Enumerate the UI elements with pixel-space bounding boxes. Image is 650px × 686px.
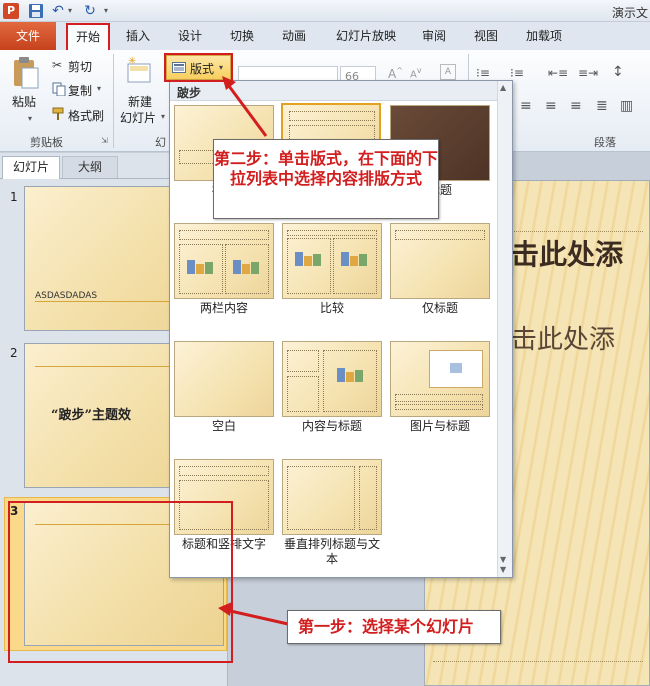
step-two-callout: 第二步：单击版式，在下面的下拉列表中选择内容排版方式	[213, 139, 439, 219]
clipboard-group-label: 剪贴板	[30, 136, 63, 149]
tab-file[interactable]: 文件	[0, 22, 56, 50]
tab-view[interactable]: 视图	[468, 22, 504, 50]
save-icon[interactable]	[28, 3, 44, 19]
ribbon-tab-row: 文件 开始 插入 设计 切换 动画 幻灯片放映 审阅 视图 加载项	[0, 22, 650, 50]
slide-1-title: ASDASDADAS	[35, 291, 98, 301]
layout-two-content[interactable]	[174, 223, 274, 299]
powerpoint-logo-icon: P	[3, 3, 19, 19]
tab-addins[interactable]: 加载项	[520, 22, 568, 50]
selected-slide-frame	[8, 501, 233, 663]
scroll-more-icon[interactable]: ▼	[500, 565, 506, 574]
content-icon	[337, 366, 363, 384]
paste-button[interactable]: 粘贴	[12, 93, 36, 110]
arrow-to-slide-icon	[218, 602, 289, 626]
grow-font-icon[interactable]: A^	[388, 66, 403, 81]
numbering-icon[interactable]: ⁝≡	[510, 66, 524, 80]
line-spacing-icon[interactable]: ↕	[612, 64, 624, 80]
new-slide-dropdown-icon[interactable]: ▾	[161, 112, 165, 121]
title-placeholder[interactable]: 击此处添	[511, 233, 623, 273]
copy-icon[interactable]	[52, 82, 66, 97]
align-right-icon[interactable]: ≡	[570, 98, 582, 114]
tab-transitions[interactable]: 切换	[224, 22, 260, 50]
layout-comparison[interactable]	[282, 223, 382, 299]
content-icon	[295, 250, 321, 268]
new-slide-sub-label[interactable]: 幻灯片	[120, 109, 156, 126]
tab-slides[interactable]: 幻灯片	[2, 156, 60, 179]
justify-icon[interactable]: ≣	[596, 98, 608, 114]
bullets-icon[interactable]: ⁝≡	[476, 66, 490, 80]
content-icon	[341, 250, 367, 268]
customize-toolbar-icon[interactable]: ▾	[104, 3, 114, 19]
copy-button[interactable]: 复制	[68, 82, 92, 99]
arrow-to-layout-icon	[222, 76, 268, 137]
tab-insert[interactable]: 插入	[120, 22, 156, 50]
format-painter-button[interactable]: 格式刷	[68, 107, 104, 124]
layout-vertical-title-text[interactable]	[282, 459, 382, 535]
slide-number: 1	[10, 190, 18, 204]
gallery-theme-name: 跛步	[177, 86, 202, 100]
new-slide-button[interactable]: 新建	[128, 93, 152, 110]
slide-number: 2	[10, 346, 18, 360]
placeholder-border	[433, 661, 643, 662]
layout-label: 图片与标题	[409, 419, 470, 433]
content-icon	[187, 258, 213, 276]
tab-home[interactable]: 开始	[66, 23, 110, 50]
layout-label: 两栏内容	[199, 301, 248, 315]
paste-icon[interactable]	[12, 56, 40, 90]
cut-button[interactable]: 剪切	[68, 58, 92, 75]
content-icon	[233, 258, 259, 276]
subtitle-placeholder[interactable]: 击此处添	[511, 319, 615, 356]
new-slide-icon[interactable]: ✳	[126, 56, 152, 86]
window-title: 演示文	[611, 6, 648, 20]
paragraph-group-label: 段落	[594, 136, 616, 149]
undo-dropdown-icon[interactable]: ▾	[68, 3, 76, 19]
redo-icon[interactable]: ↻	[82, 3, 98, 19]
clipboard-launcher-icon[interactable]: ⇲	[101, 136, 108, 145]
layout-label: 垂直排列标题与文本	[283, 537, 380, 566]
layout-blank[interactable]	[174, 341, 274, 417]
picture-placeholder	[429, 350, 483, 388]
gallery-scrollbar[interactable]: ▲ ▼ ▼	[497, 81, 512, 577]
paste-dropdown-icon[interactable]: ▾	[28, 114, 32, 123]
shrink-font-icon[interactable]: Av	[410, 66, 422, 80]
decrease-indent-icon[interactable]: ⇤≡	[548, 66, 568, 80]
tab-slideshow[interactable]: 幻灯片放映	[328, 22, 404, 50]
step-one-callout: 第一步：选择某个幻灯片	[287, 610, 501, 644]
align-center-icon[interactable]: ≡	[545, 98, 557, 114]
slides-group-label: 幻	[155, 136, 166, 149]
layout-title-only[interactable]	[390, 223, 490, 299]
scissors-icon[interactable]: ✂	[52, 58, 66, 72]
scroll-down-icon[interactable]: ▼	[500, 555, 506, 564]
tab-outline[interactable]: 大纲	[62, 156, 118, 178]
format-painter-icon[interactable]	[52, 107, 66, 121]
scroll-up-icon[interactable]: ▲	[500, 83, 506, 92]
slide-2-title: “跛步”主题效	[51, 408, 131, 423]
layout-label: 内容与标题	[301, 419, 362, 433]
layout-content-caption[interactable]	[282, 341, 382, 417]
increase-indent-icon[interactable]: ≡⇥	[578, 66, 598, 80]
clear-format-icon[interactable]: A	[440, 64, 456, 80]
align-left-icon[interactable]: ≡	[520, 98, 532, 114]
layout-label: 空白	[211, 419, 236, 433]
tab-animations[interactable]: 动画	[276, 22, 312, 50]
picture-icon	[450, 363, 462, 373]
svg-text:✳: ✳	[128, 56, 136, 67]
columns-icon[interactable]: ▥	[620, 98, 633, 114]
layout-label: 比较	[319, 301, 344, 315]
copy-dropdown-icon[interactable]: ▾	[97, 84, 101, 93]
layout-label: 仅标题	[421, 301, 458, 315]
title-bar: P ↶ ▾ ↻ ▾ 演示文	[0, 0, 650, 22]
tab-review[interactable]: 审阅	[416, 22, 452, 50]
tab-design[interactable]: 设计	[172, 22, 208, 50]
undo-icon[interactable]: ↶	[50, 3, 66, 19]
layout-picture-caption[interactable]	[390, 341, 490, 417]
